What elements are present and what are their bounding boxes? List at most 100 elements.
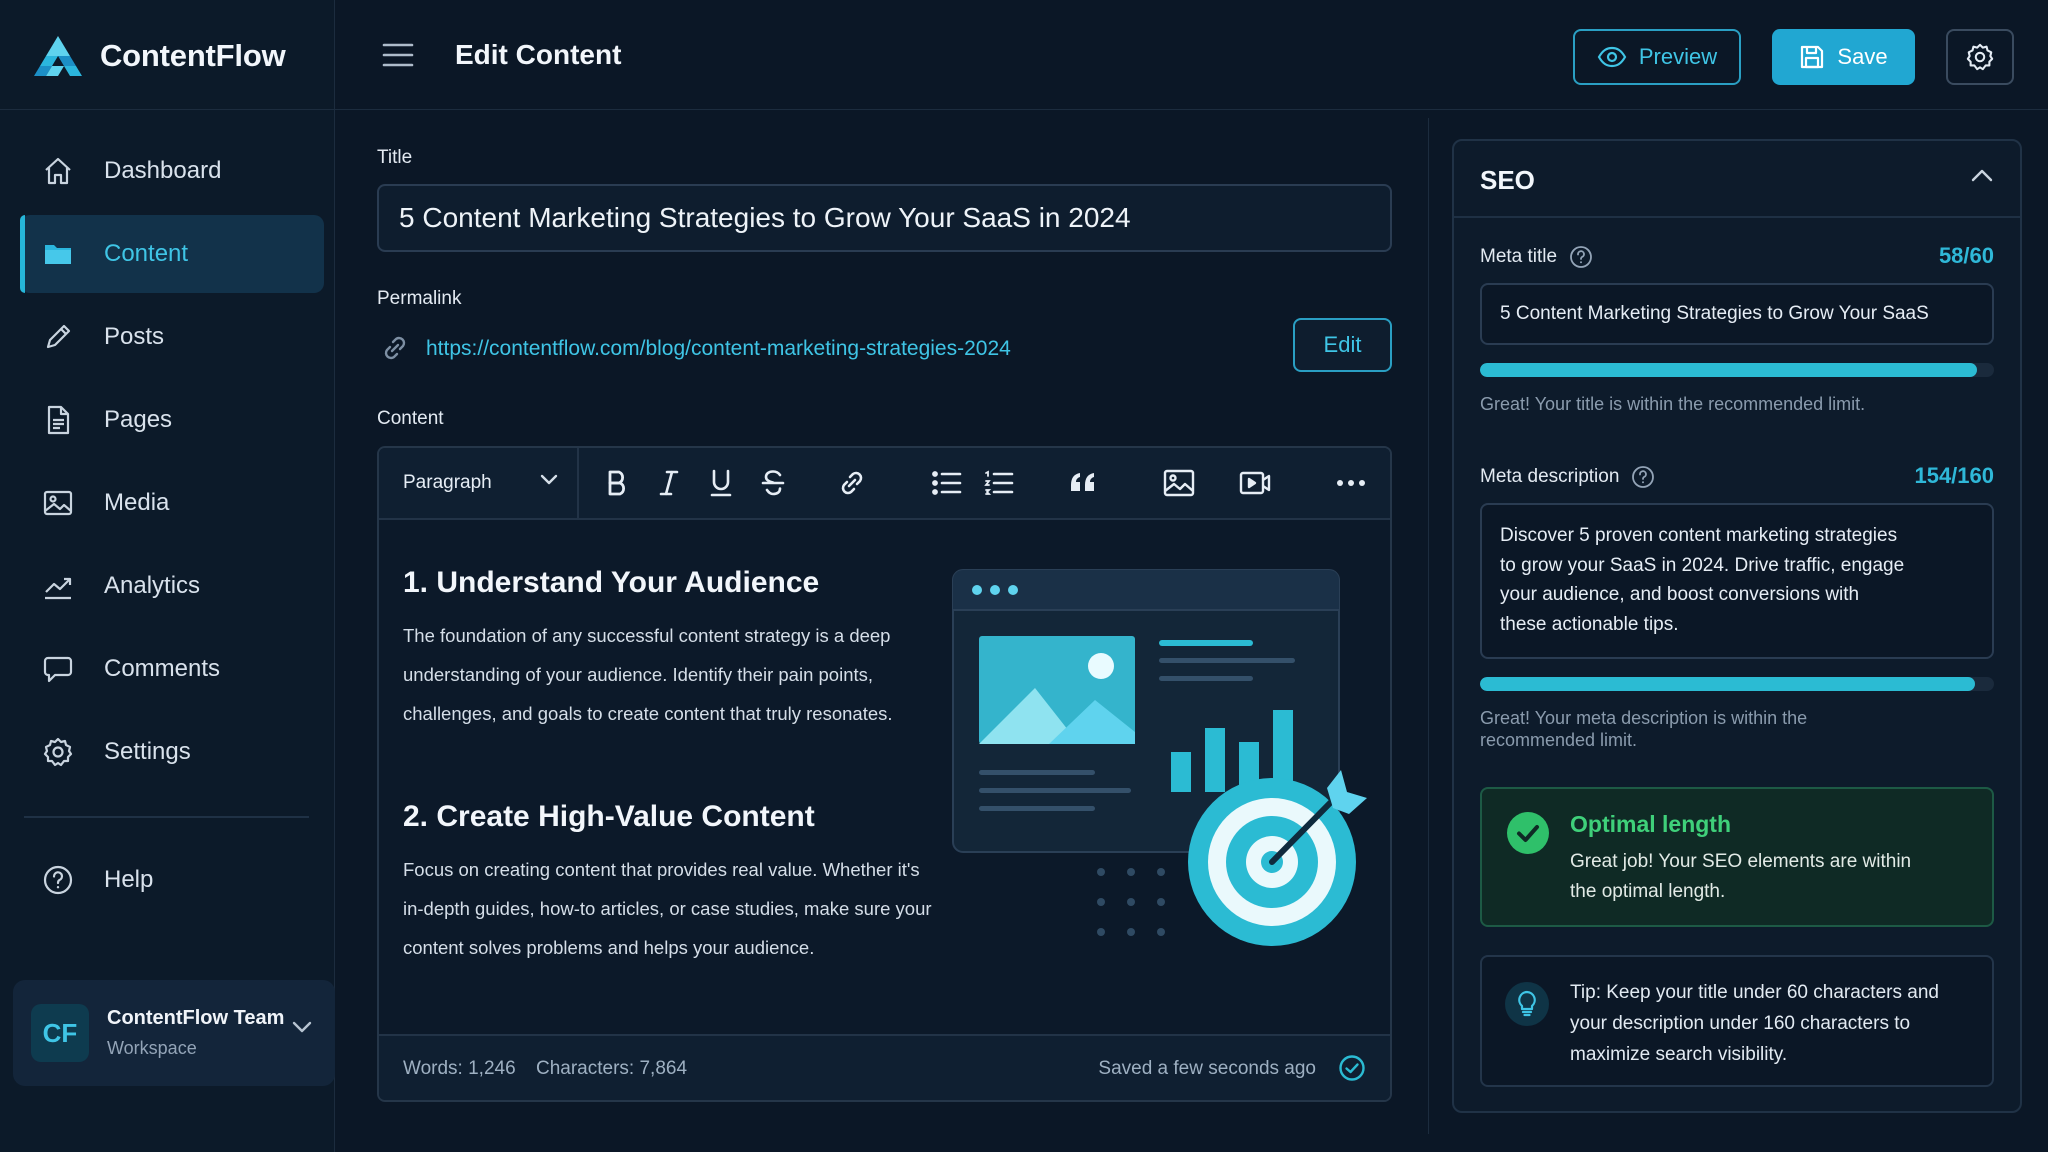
tip-line: Tip: Keep your title under 60 characters…: [1570, 982, 1939, 1003]
meta-title-progress: [1480, 363, 1994, 377]
title-input[interactable]: [377, 184, 1392, 252]
check-circle-icon: [1338, 1054, 1366, 1082]
section-heading: 1. Understand Your Audience: [403, 566, 820, 599]
meta-title-input[interactable]: 5 Content Marketing Strategies to Grow Y…: [1480, 283, 1994, 345]
sidebar-item-label: Comments: [104, 655, 221, 682]
workspace-switcher[interactable]: CF ContentFlow Team Workspace: [13, 980, 335, 1086]
chevron-down-icon: [539, 473, 559, 487]
sidebar: ContentFlow Dashboard Content Posts Page…: [0, 0, 335, 1152]
bullet-list-icon[interactable]: [929, 465, 965, 501]
more-icon[interactable]: [1333, 465, 1369, 501]
link-icon[interactable]: [834, 465, 870, 501]
rich-text-editor: Paragraph 1. Understand Your Audience Th…: [377, 446, 1392, 1102]
pencil-icon: [40, 319, 76, 355]
sidebar-item-label: Posts: [104, 323, 165, 350]
workspace-info: ContentFlow Team Workspace: [107, 1007, 284, 1059]
sidebar-item-help[interactable]: Help: [20, 841, 324, 919]
optimal-title: Optimal length: [1570, 811, 1731, 837]
preview-button[interactable]: Preview: [1573, 29, 1741, 85]
sidebar-item-pages[interactable]: Pages: [20, 381, 324, 459]
document-icon: [40, 402, 76, 438]
workspace-name: ContentFlow Team: [107, 1007, 285, 1029]
editor-body[interactable]: 1. Understand Your Audience The foundati…: [379, 520, 1390, 1030]
paragraph-line: content solves problems and helps your a…: [403, 937, 815, 958]
chevron-down-icon: [291, 1020, 313, 1034]
hint-line: recommended limit.: [1480, 730, 1638, 750]
sidebar-item-dashboard[interactable]: Dashboard: [20, 132, 324, 210]
edit-permalink-button[interactable]: Edit: [1293, 318, 1392, 372]
meta-title-label: Meta title: [1480, 245, 1593, 269]
sidebar-item-posts[interactable]: Posts: [20, 298, 324, 376]
hamburger-menu-icon[interactable]: [381, 38, 415, 72]
tip-card: Tip: Keep your title under 60 characters…: [1480, 955, 1994, 1087]
meta-description-line: Discover 5 proven content marketing stra…: [1500, 525, 1898, 546]
settings-button[interactable]: [1946, 29, 2014, 85]
meta-title-count: 58/60: [1938, 243, 1994, 268]
meta-title-label-text: Meta title: [1480, 246, 1558, 267]
italic-icon[interactable]: [651, 465, 687, 501]
optimal-length-card: Optimal length Great job! Your SEO eleme…: [1480, 787, 1994, 927]
save-button[interactable]: Save: [1772, 29, 1915, 85]
video-icon[interactable]: [1237, 465, 1273, 501]
optimal-line: the optimal length.: [1570, 881, 1726, 902]
character-count: Characters: 7,864: [536, 1058, 688, 1079]
top-bar: Edit Content Preview Save: [335, 0, 2048, 110]
numbered-list-icon[interactable]: [981, 465, 1017, 501]
title-label: Title: [377, 147, 413, 168]
gear-icon: [1965, 42, 1995, 72]
sidebar-item-label: Analytics: [104, 572, 201, 599]
section-paragraph: Focus on creating content that provides …: [403, 850, 932, 967]
sidebar-item-content[interactable]: Content: [20, 215, 324, 293]
word-count: Words: 1,246: [403, 1058, 516, 1079]
page-title: Edit Content: [455, 39, 622, 70]
editor-toolbar: Paragraph: [379, 448, 1390, 520]
meta-description-progress: [1480, 677, 1994, 691]
quote-icon[interactable]: [1065, 465, 1101, 501]
help-icon[interactable]: [1631, 465, 1655, 489]
sidebar-help: Help: [20, 841, 324, 924]
meta-description-count: 154/160: [1914, 463, 1994, 488]
meta-title-hint: Great! Your title is within the recommen…: [1480, 394, 1866, 414]
check-circle-icon: [1506, 811, 1550, 855]
tip-text: Tip: Keep your title under 60 characters…: [1570, 977, 1980, 1070]
panel-divider: [1428, 118, 1429, 1134]
home-icon: [40, 153, 76, 189]
permalink-url[interactable]: https://contentflow.com/blog/content-mar…: [426, 337, 1011, 361]
seo-panel: SEO Meta title 58/60 5 Content Marketing…: [1452, 139, 2022, 1113]
optimal-line: Great job! Your SEO elements are within: [1570, 851, 1912, 872]
folder-icon: [40, 236, 76, 272]
eye-icon: [1597, 46, 1627, 68]
section-heading: 2. Create High-Value Content: [403, 800, 815, 833]
image-icon: [40, 485, 76, 521]
app-name: ContentFlow: [100, 38, 286, 73]
bold-icon[interactable]: [599, 465, 635, 501]
underline-icon[interactable]: [703, 465, 739, 501]
meta-description-hint: Great! Your meta description is within t…: [1480, 707, 1994, 751]
chart-icon: [40, 568, 76, 604]
meta-description-input[interactable]: Discover 5 proven content marketing stra…: [1480, 503, 1994, 659]
sidebar-item-analytics[interactable]: Analytics: [20, 547, 324, 625]
help-icon[interactable]: [1569, 245, 1593, 269]
sidebar-item-media[interactable]: Media: [20, 464, 324, 542]
strikethrough-icon[interactable]: [755, 465, 791, 501]
sidebar-item-label: Help: [104, 866, 154, 893]
link-icon: [380, 333, 410, 363]
sidebar-nav: Dashboard Content Posts Pages Media Anal…: [20, 132, 324, 796]
permalink-label: Permalink: [377, 288, 462, 309]
editor-status-bar: Words: 1,246 Characters: 7,864 Saved a f…: [379, 1034, 1390, 1100]
sidebar-item-settings[interactable]: Settings: [20, 713, 324, 791]
meta-description-progress-fill: [1480, 677, 1975, 691]
brand[interactable]: ContentFlow: [32, 34, 286, 78]
content-label: Content: [377, 408, 444, 429]
seo-panel-header[interactable]: SEO: [1454, 141, 2020, 218]
meta-description-label-text: Meta description: [1480, 466, 1620, 487]
tip-line: maximize search visibility.: [1570, 1044, 1788, 1065]
image-icon[interactable]: [1161, 465, 1197, 501]
logo-icon: [32, 34, 84, 78]
meta-title-progress-fill: [1480, 363, 1978, 377]
sidebar-item-comments[interactable]: Comments: [20, 630, 324, 708]
avatar: CF: [31, 1004, 89, 1062]
hint-line: Great! Your meta description is within t…: [1480, 708, 1808, 728]
chevron-up-icon[interactable]: [1970, 167, 1994, 183]
block-type-select[interactable]: Paragraph: [379, 448, 579, 518]
